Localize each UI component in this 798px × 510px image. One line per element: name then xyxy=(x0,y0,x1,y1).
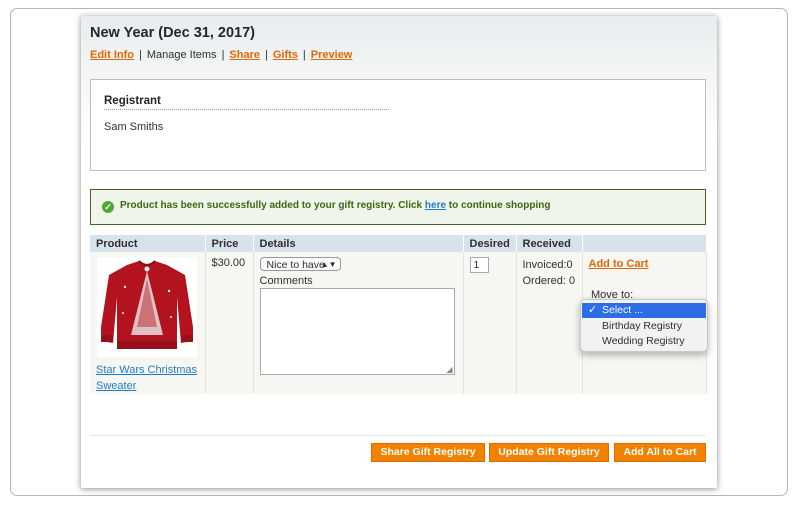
invoiced-count: Invoiced:0 xyxy=(522,259,573,271)
red-christmas-sweater-image[interactable] xyxy=(97,257,197,357)
nav-separator: | xyxy=(265,49,268,61)
table-header-row: Product Price Details Desired Received xyxy=(90,235,707,252)
product-name-link[interactable]: Star Wars Christmas Sweater xyxy=(96,362,205,394)
move-to-option-select[interactable]: ✓ Select ... xyxy=(582,303,706,318)
success-message-text: Product has been successfully added to y… xyxy=(120,200,550,211)
add-all-to-cart-button[interactable]: Add All to Cart xyxy=(614,443,706,462)
registrant-name: Sam Smiths xyxy=(104,121,164,133)
nav-separator: | xyxy=(302,49,306,61)
share-gift-registry-button[interactable]: Share Gift Registry xyxy=(371,443,485,462)
priority-select-value: Nice to have xyxy=(266,259,325,271)
registry-nav: Edit Info | Manage Items | Share | Gifts | Previ… xyxy=(90,49,352,61)
check-circle-icon: ✓ xyxy=(102,201,114,213)
message-text-start: Product has been successfully added to y… xyxy=(120,200,425,211)
received-cell: Invoiced:0 Ordered: 0 xyxy=(516,252,583,394)
product-cell: Star Wars Christmas Sweater xyxy=(90,252,206,394)
column-header-actions xyxy=(582,235,707,252)
move-to-option-label: Select ... xyxy=(602,304,643,316)
gifts-link[interactable]: Gifts xyxy=(273,49,298,61)
column-header-received: Received xyxy=(516,235,583,252)
priority-select[interactable]: Nice to have ▲▼ xyxy=(259,257,341,271)
details-cell: Nice to have ▲▼ Comments ◢ xyxy=(253,252,464,394)
page-title: New Year (Dec 31, 2017) xyxy=(90,25,255,41)
update-gift-registry-button[interactable]: Update Gift Registry xyxy=(489,443,609,462)
preview-link[interactable]: Preview xyxy=(311,49,353,61)
column-header-product: Product xyxy=(90,235,206,252)
column-header-desired: Desired xyxy=(463,235,517,252)
continue-shopping-link[interactable]: here xyxy=(425,200,446,211)
desired-qty-input[interactable]: 1 xyxy=(469,257,489,273)
column-header-details: Details xyxy=(253,235,464,252)
manage-items-current: Manage Items xyxy=(146,49,217,61)
move-to-option-birthday[interactable]: Birthday Registry xyxy=(582,319,706,334)
select-arrows-icon: ▲▼ xyxy=(320,260,337,269)
gift-registry-panel: New Year (Dec 31, 2017) Edit Info | Manage… xyxy=(81,16,717,488)
move-to-option-wedding[interactable]: Wedding Registry xyxy=(582,334,706,349)
resize-grip-icon[interactable]: ◢ xyxy=(446,366,452,374)
footer-divider xyxy=(90,435,706,436)
nav-separator: | xyxy=(139,49,142,61)
nav-separator: | xyxy=(221,49,225,61)
column-header-price: Price xyxy=(205,235,254,252)
price-cell: $30.00 xyxy=(205,252,254,394)
registrant-heading: Registrant xyxy=(104,95,389,110)
comments-label: Comments xyxy=(259,275,313,287)
checkmark-icon: ✓ xyxy=(588,304,598,316)
share-link[interactable]: Share xyxy=(229,49,260,61)
ordered-count: Ordered: 0 xyxy=(522,275,576,287)
add-to-cart-link[interactable]: Add to Cart xyxy=(589,258,649,270)
desired-cell: 1 xyxy=(463,252,517,394)
comments-textarea[interactable]: ◢ xyxy=(259,288,455,375)
registrant-box: Registrant Sam Smiths xyxy=(90,79,706,171)
edit-info-link[interactable]: Edit Info xyxy=(90,49,134,61)
success-message: ✓ Product has been successfully added to… xyxy=(90,189,706,225)
move-to-dropdown-menu[interactable]: ✓ Select ... Birthday Registry Wedding R… xyxy=(580,299,708,352)
message-text-end: to continue shopping xyxy=(446,200,551,211)
